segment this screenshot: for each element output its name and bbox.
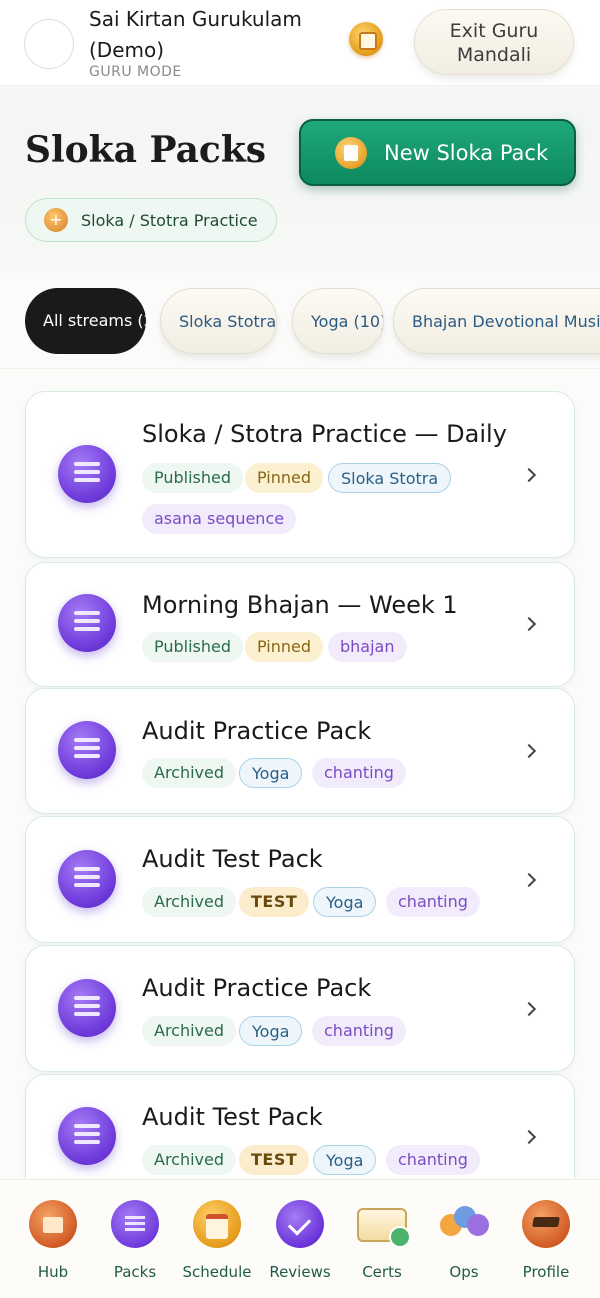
- pack-card[interactable]: Audit Practice Pack Archived Yoga chanti…: [25, 945, 575, 1072]
- stream-tag: Yoga: [313, 1145, 377, 1175]
- label-tag: bhajan: [328, 632, 407, 662]
- nav-item-ops[interactable]: Ops: [422, 1200, 506, 1281]
- packs-icon: [111, 1200, 159, 1248]
- chevron-right-icon: [521, 872, 537, 888]
- pinned-badge: Pinned: [245, 463, 324, 493]
- page-hero: Sloka Packs New Sloka Pack + Sloka / Sto…: [0, 87, 600, 273]
- status-badge: Archived: [142, 758, 237, 788]
- filter-tab-all-streams[interactable]: All streams (21): [25, 288, 146, 354]
- app-header: Sai Kirtan Gurukulam (Demo) GURU MODE Ex…: [0, 0, 600, 86]
- status-badge: Published: [142, 463, 244, 493]
- nav-item-hub[interactable]: Hub: [11, 1200, 95, 1281]
- pack-card[interactable]: Morning Bhajan — Week 1 Published Pinned…: [25, 562, 575, 687]
- label-tag: chanting: [386, 1145, 480, 1175]
- bottom-navigation: Hub Packs Schedule Reviews Certs Ops Pro…: [0, 1179, 600, 1298]
- filter-tab-bhajan-devotional-music[interactable]: Bhajan Devotional Music: [393, 288, 600, 354]
- home-icon: [29, 1200, 77, 1248]
- test-badge: TEST: [239, 887, 310, 917]
- pack-title: Audit Test Pack: [142, 845, 323, 873]
- stream-filter-tabs: All streams (21) Sloka Stotra (2) Yoga (…: [0, 273, 600, 369]
- pack-stack-icon: [58, 1107, 116, 1165]
- stream-tag: Yoga: [239, 758, 303, 788]
- practice-context-chip[interactable]: + Sloka / Stotra Practice: [25, 198, 277, 242]
- label-tag: asana sequence: [142, 504, 297, 534]
- filter-tab-sloka-stotra[interactable]: Sloka Stotra (2): [160, 288, 277, 354]
- chevron-right-icon: [521, 743, 537, 759]
- pack-title: Morning Bhajan — Week 1: [142, 591, 458, 619]
- pack-card[interactable]: Sloka / Stotra Practice — Daily Publishe…: [25, 391, 575, 558]
- calendar-icon: [193, 1200, 241, 1248]
- nav-label: Reviews: [269, 1263, 331, 1281]
- label-tag: chanting: [312, 1016, 406, 1046]
- stream-tag: Yoga: [239, 1016, 303, 1046]
- pack-stack-icon: [58, 979, 116, 1037]
- pack-stack-icon: [58, 721, 116, 779]
- org-name: Sai Kirtan Gurukulam (Demo): [89, 7, 302, 62]
- status-badge: Archived: [142, 1145, 237, 1175]
- nav-item-schedule[interactable]: Schedule: [175, 1200, 259, 1281]
- exit-guru-mandali-button[interactable]: Exit Guru Mandali: [414, 9, 574, 75]
- nav-item-packs[interactable]: Packs: [93, 1200, 177, 1281]
- new-sloka-pack-button[interactable]: New Sloka Pack: [299, 119, 576, 186]
- nav-label: Schedule: [182, 1263, 252, 1281]
- sloka-pack-list: Sloka / Stotra Practice — Daily Publishe…: [0, 370, 600, 1178]
- nav-label: Certs: [362, 1263, 402, 1281]
- nav-label: Packs: [113, 1263, 157, 1281]
- page-title: Sloka Packs: [25, 129, 267, 171]
- stream-tag: Yoga: [313, 887, 377, 917]
- plus-icon: +: [44, 208, 68, 232]
- pack-title: Audit Test Pack: [142, 1103, 323, 1131]
- graduation-cap-icon: [522, 1200, 570, 1248]
- chevron-right-icon: [521, 467, 537, 483]
- pack-title: Audit Practice Pack: [142, 717, 372, 745]
- pack-stack-icon: [58, 445, 116, 503]
- label-tag: chanting: [312, 758, 406, 788]
- pack-stack-icon: [58, 850, 116, 908]
- pinned-badge: Pinned: [245, 632, 324, 662]
- status-badge: Published: [142, 632, 244, 662]
- filter-tab-yoga[interactable]: Yoga (10): [292, 288, 384, 354]
- pack-card[interactable]: Audit Test Pack Archived TEST Yoga chant…: [25, 816, 575, 943]
- nav-label: Profile: [522, 1263, 570, 1281]
- guru-mode-icon[interactable]: [349, 22, 383, 56]
- nav-item-certs[interactable]: Certs: [340, 1200, 424, 1281]
- pack-stack-icon: [58, 594, 116, 652]
- review-check-icon: [276, 1200, 324, 1248]
- new-document-icon: [335, 136, 367, 169]
- label-tag: chanting: [386, 887, 480, 917]
- pack-card[interactable]: Audit Practice Pack Archived Yoga chanti…: [25, 688, 575, 814]
- pack-card[interactable]: Audit Test Pack Archived TEST Yoga chant…: [25, 1074, 575, 1178]
- pack-title: Sloka / Stotra Practice — Daily: [142, 420, 507, 448]
- chevron-right-icon: [521, 1129, 537, 1145]
- nav-item-profile[interactable]: Profile: [504, 1200, 588, 1281]
- chevron-right-icon: [521, 1001, 537, 1017]
- stream-tag: Sloka Stotra: [328, 463, 452, 493]
- nav-item-reviews[interactable]: Reviews: [258, 1200, 342, 1281]
- test-badge: TEST: [239, 1145, 310, 1175]
- nav-label: Ops: [449, 1263, 479, 1281]
- status-badge: Archived: [142, 887, 237, 917]
- org-avatar[interactable]: [24, 19, 74, 69]
- team-icon: [440, 1200, 489, 1248]
- new-sloka-pack-label: New Sloka Pack: [384, 140, 549, 165]
- pack-title: Audit Practice Pack: [142, 974, 372, 1002]
- practice-context-label: Sloka / Stotra Practice: [81, 210, 258, 230]
- nav-label: Hub: [37, 1263, 69, 1281]
- certificate-icon: [357, 1208, 411, 1248]
- chevron-right-icon: [521, 616, 537, 632]
- status-badge: Archived: [142, 1016, 237, 1046]
- mode-label: GURU MODE: [89, 64, 182, 80]
